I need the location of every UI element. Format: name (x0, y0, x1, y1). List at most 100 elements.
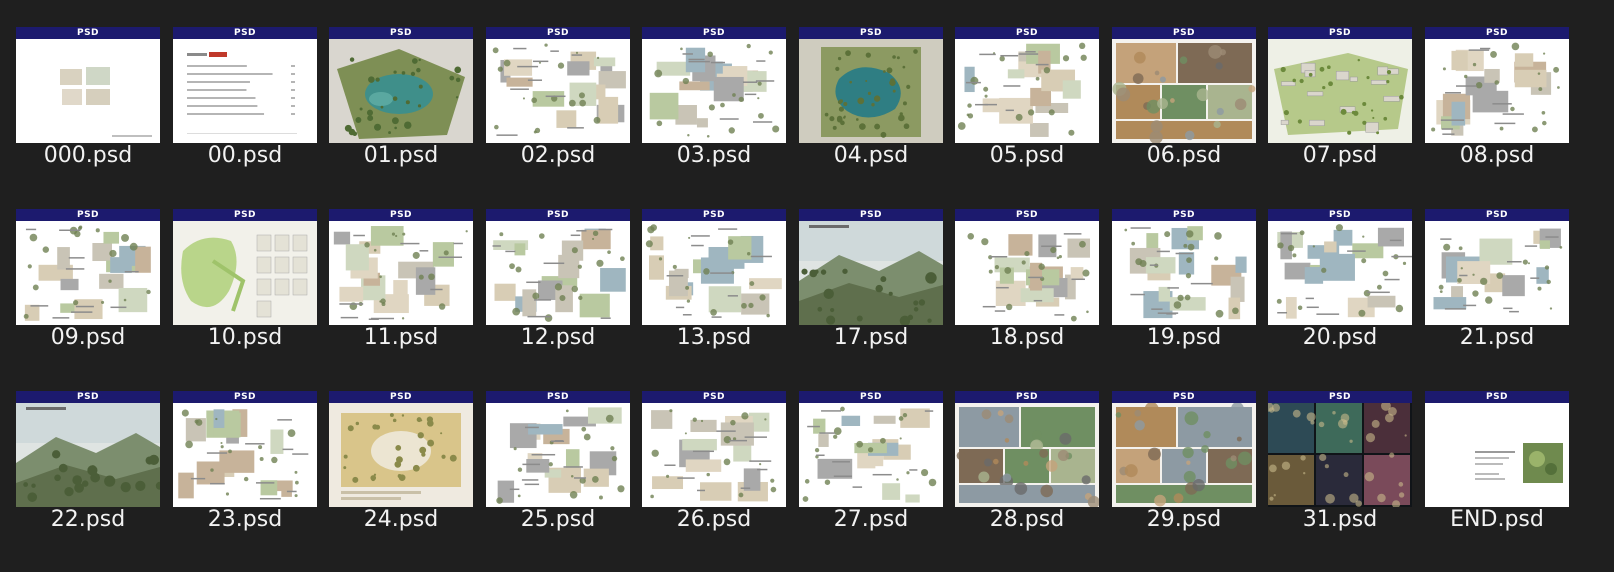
psd-type-badge: PSD (329, 27, 473, 39)
file-thumbnail[interactable]: PSD (955, 27, 1099, 143)
file-thumbnail[interactable]: PSD (955, 391, 1099, 507)
file-thumbnail[interactable]: PSD (329, 391, 473, 507)
psd-type-badge: PSD (486, 209, 630, 221)
file-name-label: 27.psd (833, 507, 909, 532)
file-thumbnail[interactable]: PSD (642, 391, 786, 507)
file-name-label: 000.psd (43, 143, 133, 168)
file-item[interactable]: PSD 11.psd (329, 209, 489, 389)
file-item[interactable]: PSD 20.psd (1268, 209, 1428, 389)
thumbnail-preview-image (955, 39, 1099, 143)
thumbnail-preview-image (1425, 403, 1569, 507)
file-item[interactable]: PSD 26.psd (642, 391, 802, 571)
file-name-label: 28.psd (989, 507, 1065, 532)
file-item[interactable]: PSD 000.psd (16, 27, 176, 207)
file-item[interactable]: PSD 10.psd (173, 209, 333, 389)
file-name-label: 08.psd (1459, 143, 1535, 168)
psd-type-badge: PSD (1425, 27, 1569, 39)
file-item[interactable]: PSD END.psd (1425, 391, 1585, 571)
file-name-label: 20.psd (1302, 325, 1378, 350)
file-thumbnail[interactable]: PSD (799, 209, 943, 325)
psd-type-badge: PSD (799, 209, 943, 221)
psd-type-badge: PSD (16, 209, 160, 221)
psd-type-badge: PSD (1425, 391, 1569, 403)
file-name-label: 31.psd (1302, 507, 1378, 532)
file-thumbnail[interactable]: PSD (642, 209, 786, 325)
thumbnail-preview-image (329, 221, 473, 325)
file-thumbnail[interactable]: PSD (486, 209, 630, 325)
file-thumbnail[interactable]: PSD (799, 27, 943, 143)
file-thumbnail[interactable]: PSD (486, 27, 630, 143)
file-item[interactable]: PSD 01.psd (329, 27, 489, 207)
file-thumbnail[interactable]: PSD (16, 27, 160, 143)
thumbnail-preview-image (1268, 39, 1412, 143)
file-thumbnail[interactable]: PSD (173, 209, 317, 325)
file-item[interactable]: PSD 12.psd (486, 209, 646, 389)
file-thumbnail[interactable]: PSD (642, 27, 786, 143)
file-thumbnail[interactable]: PSD (486, 391, 630, 507)
file-thumbnail[interactable]: PSD (1112, 391, 1256, 507)
file-thumbnail[interactable]: PSD (16, 391, 160, 507)
file-thumbnail[interactable]: PSD (1268, 209, 1412, 325)
file-item[interactable]: PSD 28.psd (955, 391, 1115, 571)
thumbnail-preview-image (329, 403, 473, 507)
psd-type-badge: PSD (642, 27, 786, 39)
file-item[interactable]: PSD 07.psd (1268, 27, 1428, 207)
file-item[interactable]: PSD 19.psd (1112, 209, 1272, 389)
thumbnail-preview-image (799, 39, 943, 143)
file-thumbnail[interactable]: PSD (329, 209, 473, 325)
file-name-label: 01.psd (363, 143, 439, 168)
psd-type-badge: PSD (1112, 27, 1256, 39)
psd-type-badge: PSD (486, 391, 630, 403)
file-item[interactable]: PSD 06.psd (1112, 27, 1272, 207)
file-item[interactable]: PSD 22.psd (16, 391, 176, 571)
file-thumbnail[interactable]: PSD (1268, 27, 1412, 143)
file-item[interactable]: PSD 09.psd (16, 209, 176, 389)
psd-type-badge: PSD (642, 391, 786, 403)
file-thumbnail[interactable]: PSD (16, 209, 160, 325)
thumbnail-preview-image (173, 221, 317, 325)
psd-type-badge: PSD (799, 391, 943, 403)
file-name-label: 12.psd (520, 325, 596, 350)
file-name-label: 29.psd (1146, 507, 1222, 532)
file-item[interactable]: PSD 21.psd (1425, 209, 1585, 389)
thumbnail-preview-image (1268, 403, 1412, 507)
psd-type-badge: PSD (955, 209, 1099, 221)
psd-type-badge: PSD (16, 27, 160, 39)
psd-type-badge: PSD (173, 209, 317, 221)
file-item[interactable]: PSD 04.psd (799, 27, 959, 207)
file-name-label: 19.psd (1146, 325, 1222, 350)
file-thumbnail[interactable]: PSD (173, 391, 317, 507)
thumbnail-preview-image (642, 221, 786, 325)
file-item[interactable]: PSD 17.psd (799, 209, 959, 389)
file-grid: PSD 000.psd PSD 00.psd PSD 01.psd PSD 02.psd PSD… (0, 0, 1614, 572)
file-item[interactable]: PSD 31.psd (1268, 391, 1428, 571)
file-item[interactable]: PSD 02.psd (486, 27, 646, 207)
file-thumbnail[interactable]: PSD (329, 27, 473, 143)
file-item[interactable]: PSD 27.psd (799, 391, 959, 571)
file-name-label: 13.psd (676, 325, 752, 350)
file-thumbnail[interactable]: PSD (1268, 391, 1412, 507)
file-thumbnail[interactable]: PSD (955, 209, 1099, 325)
file-item[interactable]: PSD 00.psd (173, 27, 333, 207)
file-name-label: 11.psd (363, 325, 439, 350)
file-item[interactable]: PSD 18.psd (955, 209, 1115, 389)
file-item[interactable]: PSD 25.psd (486, 391, 646, 571)
file-thumbnail[interactable]: PSD (173, 27, 317, 143)
file-item[interactable]: PSD 03.psd (642, 27, 802, 207)
file-item[interactable]: PSD 29.psd (1112, 391, 1272, 571)
file-item[interactable]: PSD 05.psd (955, 27, 1115, 207)
file-name-label: END.psd (1450, 507, 1544, 532)
file-item[interactable]: PSD 08.psd (1425, 27, 1585, 207)
thumbnail-preview-image (16, 221, 160, 325)
file-name-label: 18.psd (989, 325, 1065, 350)
file-item[interactable]: PSD 13.psd (642, 209, 802, 389)
file-item[interactable]: PSD 23.psd (173, 391, 333, 571)
file-thumbnail[interactable]: PSD (1112, 27, 1256, 143)
file-item[interactable]: PSD 24.psd (329, 391, 489, 571)
file-thumbnail[interactable]: PSD (1425, 27, 1569, 143)
file-thumbnail[interactable]: PSD (799, 391, 943, 507)
file-thumbnail[interactable]: PSD (1425, 391, 1569, 507)
thumbnail-preview-image (955, 403, 1099, 507)
file-thumbnail[interactable]: PSD (1425, 209, 1569, 325)
file-thumbnail[interactable]: PSD (1112, 209, 1256, 325)
